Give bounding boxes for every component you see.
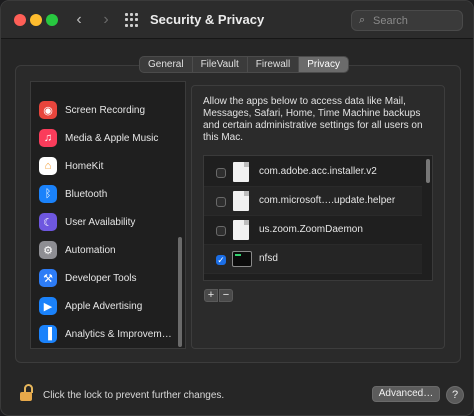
- sidebar-item-label: HomeKit: [65, 160, 104, 172]
- minimize-window-button[interactable]: [30, 14, 42, 26]
- sidebar-item-label: Apple Advertising: [65, 300, 143, 312]
- tab-firewall[interactable]: Firewall: [248, 57, 300, 72]
- app-row[interactable]: us.zoom.ZoomDaemon: [204, 216, 422, 245]
- sidebar-item-screen-recording[interactable]: ◉ Screen Recording: [31, 96, 179, 124]
- search-icon: ⌕: [359, 14, 366, 26]
- app-checkbox[interactable]: [216, 168, 226, 178]
- app-checkbox-checked[interactable]: ✓: [216, 255, 226, 265]
- chevron-right-icon[interactable]: ›: [97, 10, 115, 30]
- sidebar-item-label: Developer Tools: [65, 272, 137, 284]
- app-row[interactable]: ✓ nfsd: [204, 245, 422, 274]
- title-bar: ‹ › Security & Privacy ⌕: [1, 1, 473, 39]
- app-list[interactable]: com.adobe.acc.installer.v2 com.microsoft…: [203, 155, 433, 281]
- sidebar-item-media-apple-music[interactable]: ♫ Media & Apple Music: [31, 124, 179, 152]
- search-input[interactable]: [373, 13, 458, 28]
- analytics-icon: ▐: [39, 325, 57, 343]
- moon-icon: ☾: [39, 213, 57, 231]
- document-icon: [233, 191, 249, 211]
- sidebar-item-analytics[interactable]: ▐ Analytics & Improvem…: [31, 320, 179, 348]
- add-app-button[interactable]: +: [204, 289, 218, 302]
- app-name: com.microsoft….update.helper: [259, 195, 396, 206]
- privacy-description: Allow the apps below to access data like…: [203, 96, 423, 143]
- security-privacy-window: ‹ › Security & Privacy ⌕ General FileVau…: [0, 0, 474, 416]
- home-icon: ⌂: [39, 157, 57, 175]
- sidebar-item-label: Screen Recording: [65, 104, 146, 116]
- gear-icon: ⚙: [39, 241, 57, 259]
- app-name: nfsd: [259, 253, 278, 264]
- sidebar-item-label: Media & Apple Music: [65, 132, 159, 144]
- music-icon: ♫: [39, 129, 57, 147]
- tab-filevault[interactable]: FileVault: [193, 57, 248, 72]
- megaphone-icon: ▶: [39, 297, 57, 315]
- sidebar-item-label: Bluetooth: [65, 188, 108, 200]
- bluetooth-icon: ᛒ: [39, 185, 57, 203]
- zoom-window-button[interactable]: [46, 14, 58, 26]
- app-name: us.zoom.ZoomDaemon: [259, 224, 363, 235]
- grid-icon[interactable]: [125, 13, 139, 27]
- help-button[interactable]: ?: [446, 386, 464, 404]
- app-name: com.adobe.acc.installer.v2: [259, 166, 377, 177]
- close-window-button[interactable]: [14, 14, 26, 26]
- sidebar-item-developer-tools[interactable]: ⚒ Developer Tools: [31, 264, 179, 292]
- advanced-button[interactable]: Advanced…: [372, 386, 440, 402]
- tab-general[interactable]: General: [140, 57, 193, 72]
- chevron-left-icon[interactable]: ‹: [70, 10, 88, 30]
- terminal-icon: [232, 251, 252, 267]
- sidebar-item-user-availability[interactable]: ☾ User Availability: [31, 208, 179, 236]
- sidebar-item-bluetooth[interactable]: ᛒ Bluetooth: [31, 180, 179, 208]
- app-row[interactable]: com.microsoft….update.helper: [204, 187, 422, 216]
- lock-status-text: Click the lock to prevent further change…: [43, 390, 225, 401]
- lock-icon[interactable]: [20, 384, 34, 401]
- sidebar-item-label: User Availability: [65, 216, 136, 228]
- search-field[interactable]: ⌕: [351, 10, 463, 31]
- tab-bar: General FileVault Firewall Privacy: [139, 56, 349, 73]
- app-checkbox[interactable]: [216, 226, 226, 236]
- window-title: Security & Privacy: [150, 12, 265, 27]
- sidebar-item-label: Automation: [65, 244, 116, 256]
- app-row[interactable]: com.adobe.acc.installer.v2: [204, 158, 422, 187]
- screen-recording-icon: ◉: [39, 101, 57, 119]
- app-list-scrollbar[interactable]: [426, 159, 430, 183]
- sidebar-item-apple-advertising[interactable]: ▶ Apple Advertising: [31, 292, 179, 320]
- document-icon: [233, 162, 249, 182]
- document-icon: [233, 220, 249, 240]
- category-list-scrollbar[interactable]: [178, 237, 182, 347]
- sidebar-item-label: Analytics & Improvem…: [65, 328, 172, 340]
- remove-app-button[interactable]: −: [219, 289, 233, 302]
- developer-tools-icon: ⚒: [39, 269, 57, 287]
- tab-privacy[interactable]: Privacy: [299, 57, 348, 72]
- sidebar-item-homekit[interactable]: ⌂ HomeKit: [31, 152, 179, 180]
- app-checkbox[interactable]: [216, 197, 226, 207]
- sidebar-item-automation[interactable]: ⚙ Automation: [31, 236, 179, 264]
- privacy-category-list[interactable]: ◉ Screen Recording ♫ Media & Apple Music…: [30, 81, 186, 349]
